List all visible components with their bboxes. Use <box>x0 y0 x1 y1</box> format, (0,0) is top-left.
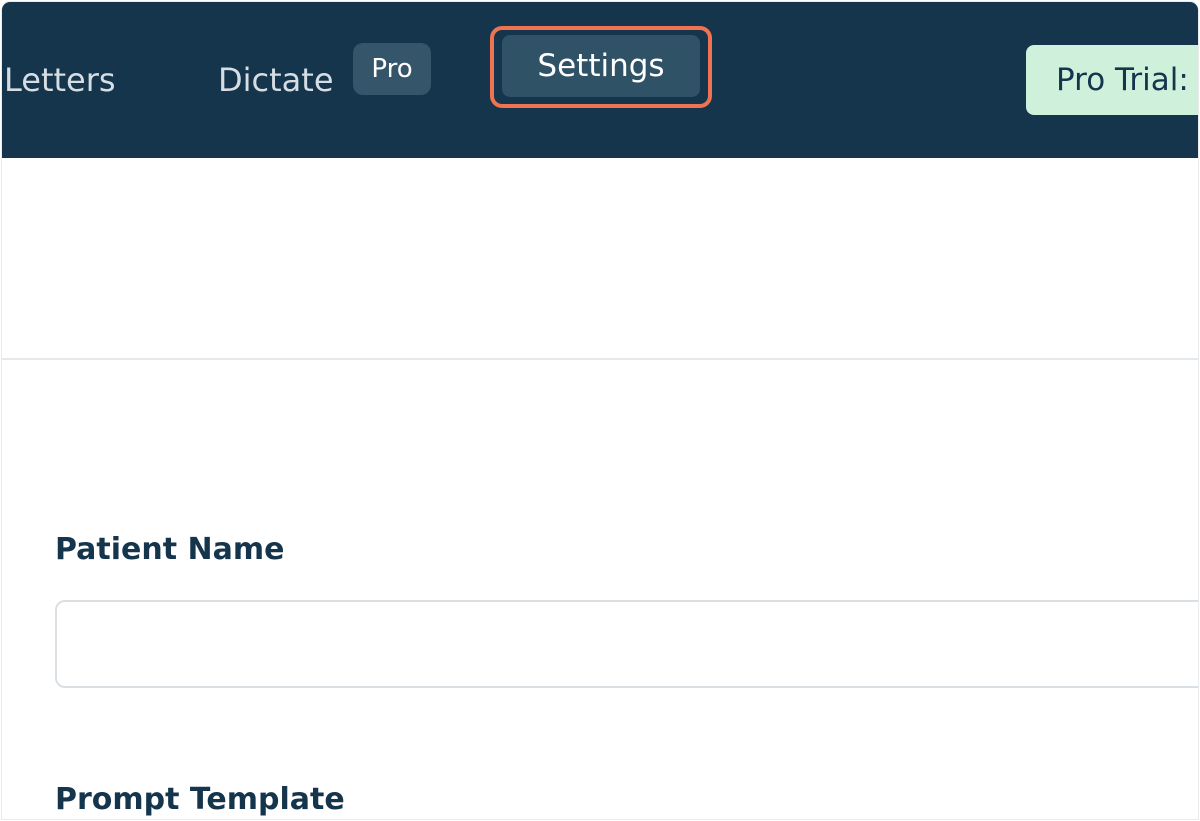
prompt-template-label: Prompt Template <box>55 782 345 817</box>
app-window: Letters Dictate Pro Settings Pro Trial: … <box>2 2 1198 819</box>
nav-letters-link[interactable]: Letters <box>4 60 116 100</box>
top-panel <box>2 158 1198 360</box>
top-navbar: Letters Dictate Pro Settings Pro Trial: <box>2 2 1198 158</box>
pro-trial-chip[interactable]: Pro Trial: <box>1026 45 1198 115</box>
nav-settings-button[interactable]: Settings <box>502 35 700 97</box>
patient-name-input[interactable] <box>55 600 1198 688</box>
letter-form: Patient Name Prompt Template <box>2 360 1198 819</box>
pro-badge: Pro <box>353 43 431 95</box>
nav-dictate-link[interactable]: Dictate <box>218 60 334 100</box>
patient-name-label: Patient Name <box>55 532 285 567</box>
